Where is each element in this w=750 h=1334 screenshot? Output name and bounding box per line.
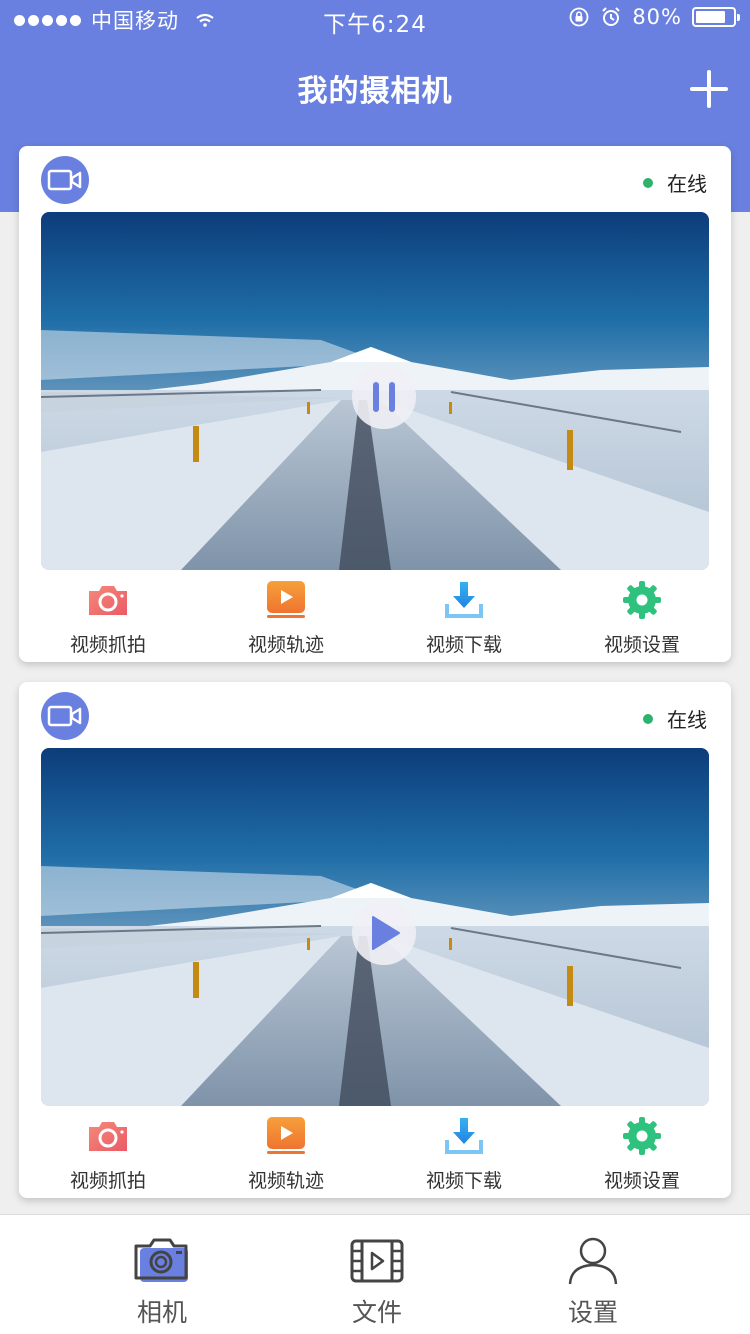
- video-snapshot-button[interactable]: 视频抓拍: [19, 578, 197, 662]
- play-box-icon: [264, 578, 308, 622]
- action-label: 视频抓拍: [69, 634, 146, 656]
- action-label: 视频轨迹: [247, 1170, 324, 1192]
- action-label: 视频抓拍: [69, 1170, 146, 1192]
- status-right: 80%: [568, 5, 740, 29]
- online-dot: [643, 177, 653, 188]
- video-track-button[interactable]: 视频轨迹: [197, 578, 375, 662]
- download-icon: [442, 1114, 486, 1158]
- video-preview[interactable]: [41, 748, 709, 1106]
- alarm-icon: [602, 7, 621, 26]
- action-label: 视频设置: [603, 634, 680, 656]
- page-title: 我的摄相机: [297, 74, 453, 109]
- video-snapshot-button[interactable]: 视频抓拍: [19, 1114, 197, 1198]
- action-label: 视频轨迹: [247, 634, 324, 656]
- online-status-label: 在线: [667, 708, 707, 732]
- tab-settings[interactable]: 设置: [513, 1215, 673, 1334]
- title-bar: 我的摄相机: [0, 60, 750, 112]
- camera-icon: [86, 1114, 130, 1158]
- tab-label: 文件: [351, 1298, 402, 1327]
- camera-card: 在线 视频抓拍 视频轨迹 视频下载 视频设置: [19, 146, 731, 662]
- camera-actions: 视频抓拍 视频轨迹 视频下载 视频设置: [19, 578, 731, 662]
- play-icon: [372, 916, 400, 950]
- film-icon: [347, 1235, 407, 1287]
- download-icon: [442, 578, 486, 622]
- action-label: 视频设置: [603, 1170, 680, 1192]
- pause-button[interactable]: [352, 365, 416, 429]
- camera-actions: 视频抓拍 视频轨迹 视频下载 视频设置: [19, 1114, 731, 1198]
- online-status-label: 在线: [667, 172, 707, 196]
- tab-bar: 相机 文件 设置: [0, 1214, 750, 1334]
- gear-icon: [620, 1114, 664, 1158]
- video-settings-button[interactable]: 视频设置: [553, 1114, 731, 1198]
- video-download-button[interactable]: 视频下载: [375, 578, 553, 662]
- tab-files[interactable]: 文件: [297, 1215, 457, 1334]
- online-status: 在线: [643, 704, 707, 733]
- video-camera-icon: [41, 156, 89, 204]
- video-preview[interactable]: [41, 212, 709, 570]
- camera-icon: [86, 578, 130, 622]
- gear-icon: [620, 578, 664, 622]
- pause-icon: [373, 382, 395, 412]
- video-camera-icon: [41, 692, 89, 740]
- battery-percentage: 80%: [632, 5, 682, 29]
- play-button[interactable]: [352, 901, 416, 965]
- play-box-icon: [264, 1114, 308, 1158]
- orientation-lock-icon: [569, 7, 589, 27]
- add-camera-button[interactable]: [690, 70, 728, 108]
- battery-icon: [692, 7, 740, 27]
- tab-label: 相机: [136, 1298, 187, 1327]
- video-settings-button[interactable]: 视频设置: [553, 578, 731, 662]
- tab-label: 设置: [567, 1298, 618, 1327]
- camera-card: 在线 视频抓拍 视频轨迹 视频下载 视频设置: [19, 682, 731, 1198]
- camera-tab-icon: [132, 1235, 192, 1287]
- video-track-button[interactable]: 视频轨迹: [197, 1114, 375, 1198]
- action-label: 视频下载: [425, 1170, 502, 1192]
- online-dot: [643, 713, 653, 724]
- tab-camera[interactable]: 相机: [82, 1215, 242, 1334]
- action-label: 视频下载: [425, 634, 502, 656]
- status-bar: 中国移动 下午6:24 80%: [0, 0, 750, 40]
- video-download-button[interactable]: 视频下载: [375, 1114, 553, 1198]
- online-status: 在线: [643, 168, 707, 197]
- user-icon: [563, 1235, 623, 1287]
